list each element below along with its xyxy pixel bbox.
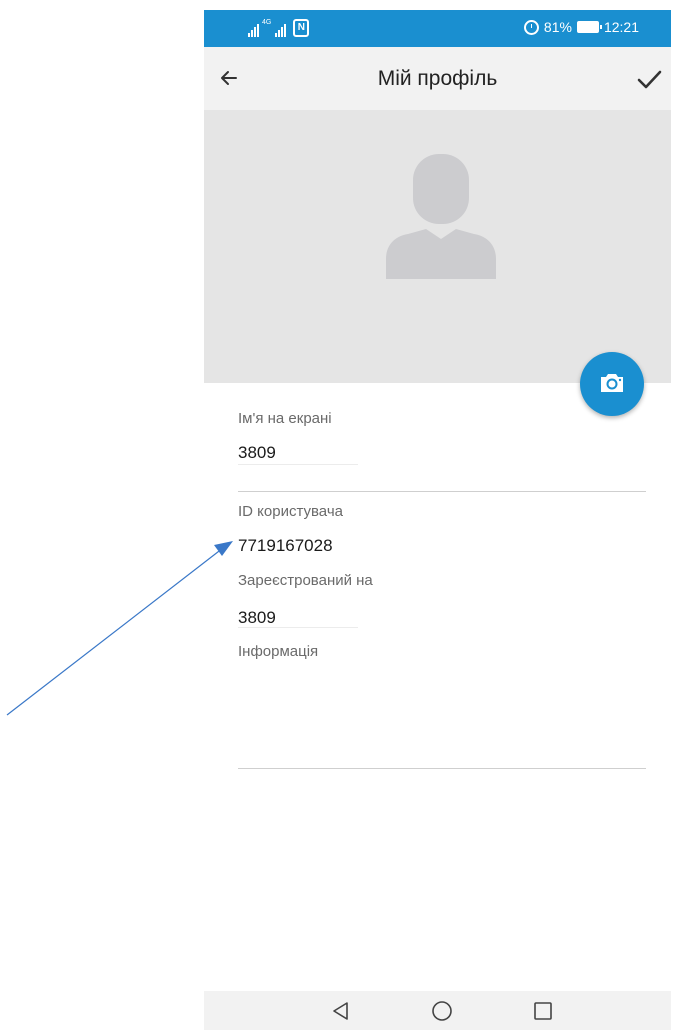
annotation-arrow: [6, 541, 233, 716]
